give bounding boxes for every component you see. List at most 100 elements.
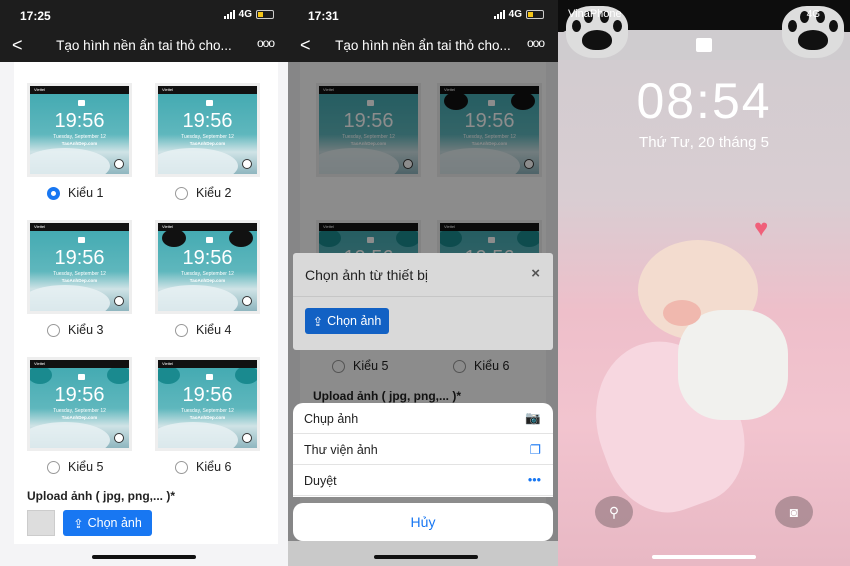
battery-icon (256, 10, 274, 19)
radio[interactable] (175, 460, 188, 474)
zoom-icon[interactable] (242, 433, 252, 443)
status-bar: 17:31 4G (288, 0, 558, 30)
upload-icon: ⇪ (73, 516, 84, 531)
close-icon[interactable]: × (531, 265, 540, 282)
action-sheet: Chụp ảnh 📷 Thư viện ảnh ❐ Duyệt ••• (293, 403, 553, 497)
style-option[interactable]: Kiểu 5 (47, 460, 103, 474)
lock-icon (78, 100, 85, 106)
bottom-bar (288, 541, 558, 566)
avatar-preview (27, 510, 55, 536)
modal-choose-button[interactable]: ⇪ Chọn ảnh (305, 308, 389, 334)
choose-image-label: Chọn ảnh (87, 516, 142, 530)
thumb-time: 19:56 (54, 110, 105, 132)
thumb-watermark: TaoAnhDep.com (61, 415, 98, 420)
thumb-carrier: Viettel (158, 360, 257, 368)
radio[interactable] (47, 186, 60, 200)
network: 4G (238, 9, 252, 20)
unlock-icon (696, 38, 712, 52)
thumb-carrier: Viettel (30, 86, 129, 94)
thumb-time: 19:56 (182, 247, 233, 269)
upload-label: Upload ảnh ( jpg, png,... )* (27, 489, 175, 503)
home-indicator (374, 555, 478, 559)
choose-image-button[interactable]: ⇪ Chọn ảnh (63, 510, 152, 536)
style-option[interactable]: Kiểu 1 (47, 186, 103, 200)
sheet-option-label: Chụp ảnh (304, 412, 359, 426)
thumb-time: 19:56 (54, 384, 105, 406)
thumb-time: 19:56 (54, 247, 105, 269)
more-button[interactable]: ooo (527, 36, 545, 50)
page-title: Tạo hình nền ẩn tai thỏ cho... (56, 38, 232, 53)
style-thumbnail[interactable]: Viettel 19:56 Tuesday, September 12TaoAnhD… (155, 83, 260, 177)
carrier: VinaPhone (568, 8, 622, 20)
style-option[interactable]: Kiểu 6 (175, 460, 231, 474)
style-thumbnail[interactable]: Viettel 19:56 Tuesday, September 12TaoAnhD… (155, 357, 260, 451)
battery-icon (526, 10, 544, 19)
style-thumbnail[interactable]: Viettel 19:56 Tuesday, September 12TaoAnhD… (155, 220, 260, 314)
screen-style-picker: 17:25 4G < Tạo hình nền ẩn tai thỏ cho..… (0, 0, 288, 566)
lock-time: 08:54 (636, 73, 772, 129)
photo-library-icon: ❐ (529, 443, 541, 457)
signal-icon (223, 10, 235, 19)
sheet-option-label: Thư viện ảnh (304, 443, 378, 457)
zoom-icon[interactable] (114, 296, 124, 306)
thumb-carrier: Viettel (30, 360, 129, 368)
lock-icon (206, 374, 213, 380)
thumb-watermark: TaoAnhDep.com (189, 415, 226, 420)
thumb-date: Tuesday, September 12 (181, 134, 234, 140)
sheet-option[interactable]: Duyệt ••• (293, 465, 553, 496)
zoom-icon[interactable] (114, 159, 124, 169)
home-indicator (92, 555, 196, 559)
style-thumbnail[interactable]: Viettel 19:56 Tuesday, September 12TaoAnhD… (27, 357, 132, 451)
radio[interactable] (175, 323, 188, 337)
lock-icon (78, 237, 85, 243)
style-option[interactable]: Kiểu 2 (175, 186, 231, 200)
thumb-date: Tuesday, September 12 (53, 408, 106, 414)
upload-icon: ⇪ (312, 314, 324, 329)
thumb-carrier: Viettel (158, 86, 257, 94)
zoom-icon[interactable] (114, 433, 124, 443)
thumb-time: 19:56 (182, 384, 233, 406)
thumb-carrier: Viettel (30, 223, 129, 231)
lock-icon (78, 374, 85, 380)
style-option[interactable]: Kiểu 4 (175, 323, 231, 337)
option-label: Kiểu 6 (196, 460, 232, 474)
lock-icon (206, 237, 213, 243)
modal-title: Chọn ảnh từ thiết bị (293, 253, 553, 297)
style-thumbnail[interactable]: Viettel 19:56 Tuesday, September 12TaoAnhD… (27, 220, 132, 314)
style-option[interactable]: Kiểu 3 (47, 323, 103, 337)
radio[interactable] (47, 323, 60, 337)
radio[interactable] (175, 186, 188, 200)
style-thumbnail[interactable]: Viettel 19:56 Tuesday, September 12TaoAnhD… (27, 83, 132, 177)
camera-button[interactable]: ◙ (775, 496, 813, 528)
zoom-icon[interactable] (242, 159, 252, 169)
lock-icon (206, 100, 213, 106)
option-label: Kiểu 2 (196, 186, 232, 200)
heart-icon: ♥ (754, 215, 769, 242)
screen-lockscreen: VinaPhone 4G 08:54 Thứ Tư, 20 tháng 5 ♥ … (558, 0, 850, 566)
choose-image-modal: Chọn ảnh từ thiết bị × ⇪ Chọn ảnh (293, 253, 553, 350)
more-button[interactable]: ooo (257, 36, 275, 50)
thumb-carrier: Viettel (158, 223, 257, 231)
thumb-date: Tuesday, September 12 (53, 271, 106, 277)
sheet-option[interactable]: Thư viện ảnh ❐ (293, 434, 553, 465)
camera-icon: 📷 (525, 411, 541, 425)
zoom-icon[interactable] (242, 296, 252, 306)
sheet-option-label: Duyệt (304, 474, 337, 488)
thumb-date: Tuesday, September 12 (181, 271, 234, 277)
option-label: Kiểu 5 (68, 460, 104, 474)
cancel-button[interactable]: Hủy (293, 503, 553, 541)
thumb-time: 19:56 (182, 110, 233, 132)
flashlight-button[interactable]: ⚲ (595, 496, 633, 528)
option-label: Kiểu 3 (68, 323, 104, 337)
option-label: Kiểu 4 (196, 323, 232, 337)
signal-icon (493, 10, 505, 19)
page-title: Tạo hình nền ẩn tai thỏ cho... (335, 38, 511, 53)
option-label: Kiểu 1 (68, 186, 104, 200)
sheet-option[interactable]: Chụp ảnh 📷 (293, 403, 553, 434)
modal-choose-label: Chọn ảnh (327, 314, 382, 328)
lock-date: Thứ Tư, 20 tháng 5 (639, 134, 769, 151)
more-icon: ••• (527, 473, 541, 487)
radio[interactable] (47, 460, 60, 474)
home-indicator (652, 555, 756, 559)
thumb-watermark: TaoAnhDep.com (61, 141, 98, 146)
